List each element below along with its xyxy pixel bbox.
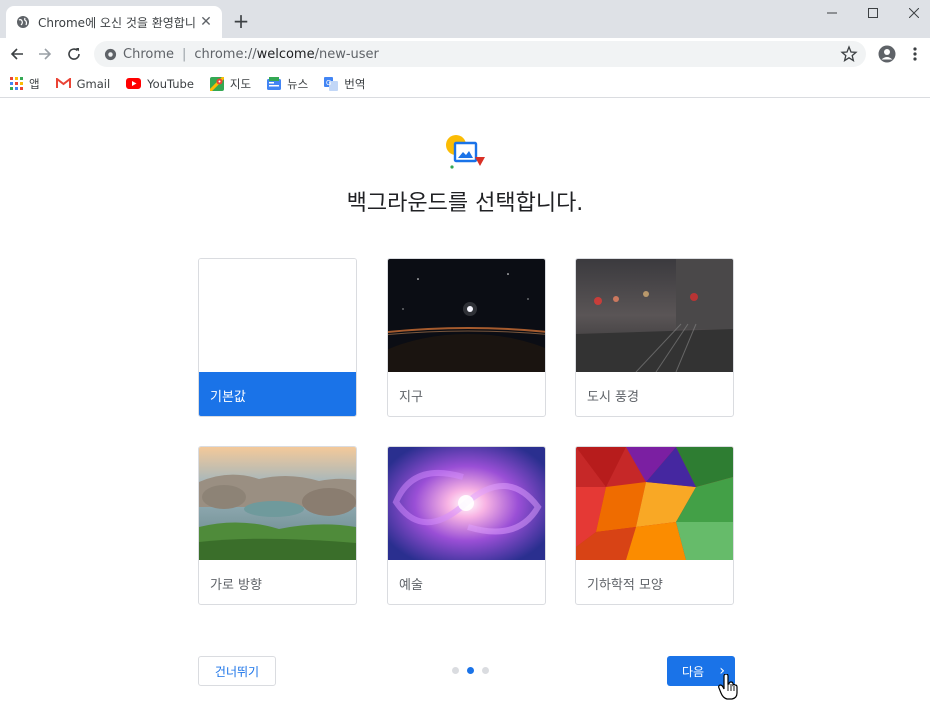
minimize-button[interactable] (810, 0, 854, 26)
card-label: 가로 방향 (210, 578, 262, 593)
tab-close-icon[interactable]: ✕ (198, 14, 214, 30)
chrome-logo-icon (104, 48, 117, 60)
card-label: 지구 (399, 390, 423, 405)
apps-grid-icon (10, 77, 23, 90)
tab-title: Chrome에 오신 것을 환영합니다 (38, 15, 196, 30)
card-label: 도시 풍경 (587, 390, 639, 405)
step-dot (482, 667, 489, 674)
bookmark-label: 앱 (29, 76, 40, 91)
card-preview (199, 259, 356, 372)
reload-button[interactable] (62, 42, 86, 66)
bookmark-star-icon[interactable] (840, 45, 858, 63)
earth-thumbnail (388, 259, 545, 372)
minimize-icon (827, 12, 837, 14)
reload-icon (68, 48, 80, 60)
youtube-icon (126, 78, 142, 89)
new-tab-button[interactable]: + (230, 10, 252, 32)
geometric-thumbnail (576, 447, 733, 560)
card-label: 기본값 (199, 372, 356, 416)
step-indicator (452, 667, 497, 674)
next-button-label: 다음 (682, 664, 705, 679)
url-prefix: chrome:// (194, 46, 257, 62)
page-title: 백그라운드를 선택합니다. (346, 191, 584, 216)
close-icon (909, 8, 919, 18)
globe-icon (17, 16, 29, 28)
arrow-left-icon (10, 48, 23, 60)
bookmark-label: 지도 (229, 76, 252, 91)
maps-icon (209, 76, 224, 91)
bookmark-label: Gmail (76, 76, 111, 91)
bookmarks-bar: 앱 Gmail YouTube 지도 뉴스 G 번역 (0, 70, 930, 98)
card-label: 예술 (399, 578, 423, 593)
step-dot-active (467, 667, 474, 674)
account-icon (878, 45, 896, 63)
back-button[interactable] (5, 42, 29, 66)
background-card-art[interactable]: 예술 (387, 446, 546, 605)
browser-tab[interactable]: Chrome에 오신 것을 환영합니다 ✕ (6, 6, 222, 38)
landscape-thumbnail (199, 447, 356, 560)
toolbar: Chrome | chrome://welcome/new-user (0, 38, 930, 70)
forward-button[interactable] (33, 42, 57, 66)
url-path: /new-user (314, 46, 379, 62)
bookmark-label: 번역 (344, 76, 366, 91)
site-chip: Chrome (123, 46, 174, 62)
url-separator: | (182, 46, 187, 62)
bookmark-gmail[interactable]: Gmail (55, 76, 111, 91)
gmail-icon (55, 78, 71, 88)
bookmark-label: YouTube (147, 76, 194, 91)
maximize-button[interactable] (851, 0, 895, 26)
window-close-button[interactable] (892, 0, 930, 26)
background-image-icon (446, 135, 485, 169)
background-card-geometric[interactable]: 기하학적 모양 (575, 446, 734, 605)
url-text: chrome://welcome/new-user (194, 47, 379, 62)
url-host: welcome (256, 46, 315, 62)
cityscape-thumbnail (576, 259, 733, 372)
art-thumbnail (388, 447, 545, 560)
profile-button[interactable] (875, 42, 899, 66)
step-dot (452, 667, 459, 674)
address-bar[interactable]: Chrome | chrome://welcome/new-user (94, 41, 866, 67)
welcome-page: 백그라운드를 선택합니다. 기본값 지구 도시 풍경 가로 방향 예술 기하학적… (0, 99, 930, 717)
background-card-earth[interactable]: 지구 (387, 258, 546, 417)
bookmark-youtube[interactable]: YouTube (126, 77, 194, 91)
svg-text:G: G (326, 80, 331, 87)
bookmark-translate[interactable]: G 번역 (324, 76, 365, 92)
bookmark-maps[interactable]: 지도 (209, 76, 252, 92)
card-label: 기하학적 모양 (587, 578, 663, 593)
maximize-icon (868, 8, 878, 18)
news-icon (267, 77, 282, 90)
arrow-right-icon (39, 48, 52, 60)
hand-pointer-cursor-icon (718, 674, 738, 700)
menu-button[interactable] (903, 42, 927, 66)
skip-button[interactable]: 건너뛰기 (198, 656, 276, 686)
bookmark-label: 뉴스 (287, 76, 309, 91)
translate-icon: G (324, 76, 339, 91)
bookmark-news[interactable]: 뉴스 (267, 76, 308, 92)
background-card-default[interactable]: 기본값 (198, 258, 357, 417)
background-card-landscape[interactable]: 가로 방향 (198, 446, 357, 605)
title-bar: Chrome에 오신 것을 환영합니다 ✕ + (0, 0, 930, 38)
bookmark-apps[interactable]: 앱 (10, 76, 40, 92)
more-vert-icon (913, 47, 917, 61)
background-card-cityscape[interactable]: 도시 풍경 (575, 258, 734, 417)
